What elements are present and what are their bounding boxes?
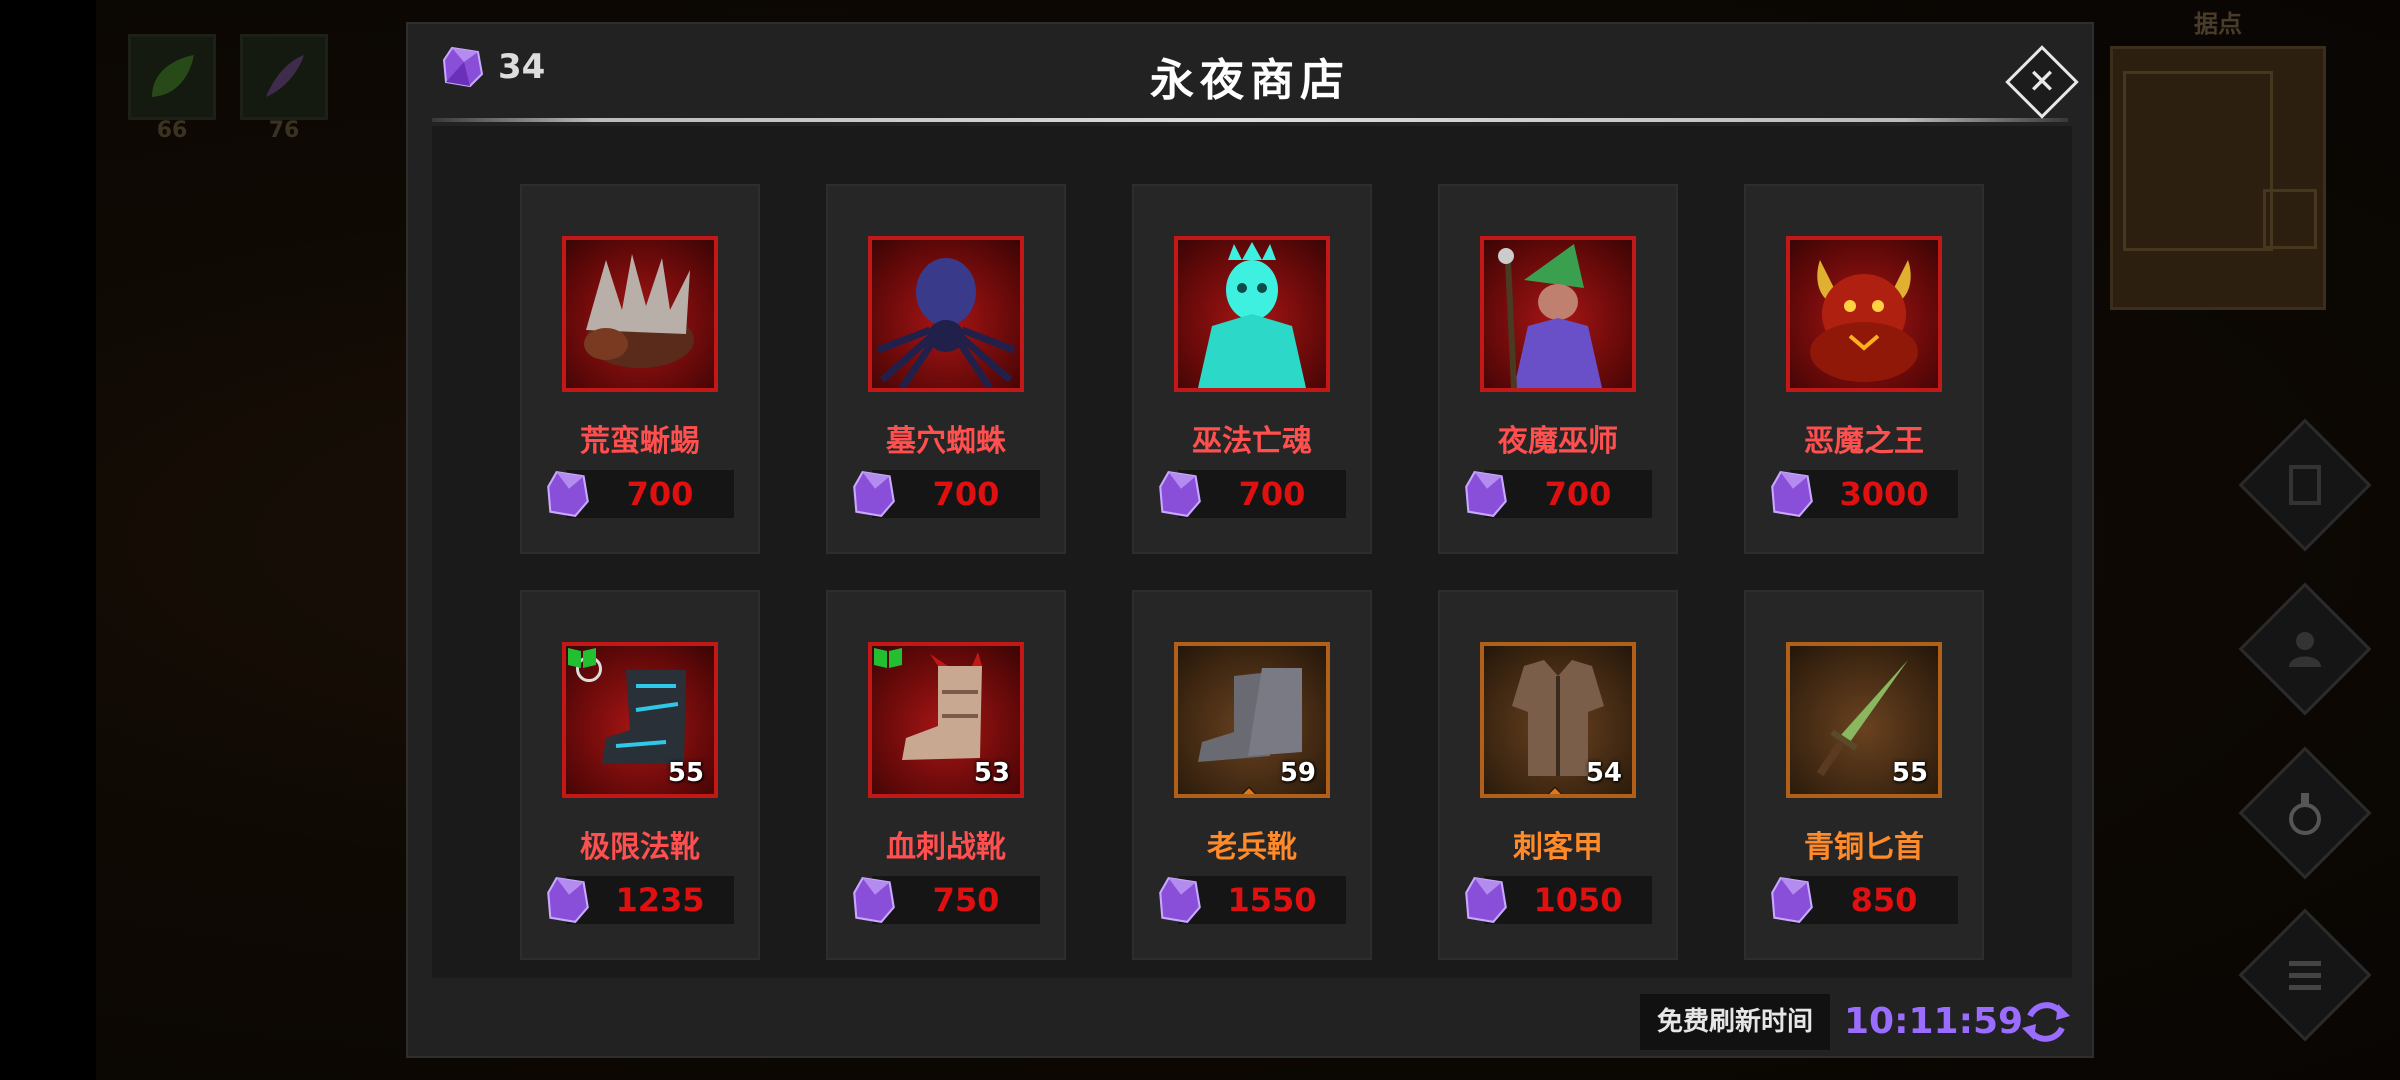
purple-gem-icon xyxy=(1771,877,1813,923)
item-level: 54 xyxy=(1585,758,1622,788)
shop-item-card[interactable]: 墓穴蜘蛛 700 xyxy=(826,184,1066,554)
shop-item-card[interactable]: 54 刺客甲 1050 xyxy=(1438,590,1678,960)
purple-gem-icon xyxy=(547,877,589,923)
ghost-wraith-portrait-icon xyxy=(1174,236,1330,392)
skill-count-1: 66 xyxy=(156,118,188,143)
item-name: 荒蛮蜥蜴 xyxy=(580,424,700,459)
shop-panel: 34 永夜商店 ✕ 荒蛮蜥蜴 700 墓穴蜘蛛 700 巫法亡魂 700 夜魔巫… xyxy=(406,22,2094,1058)
minimap-title: 据点 xyxy=(2194,10,2242,38)
people-icon xyxy=(2289,632,2321,667)
item-name: 夜魔巫师 xyxy=(1498,424,1618,459)
green-book-icon xyxy=(568,648,596,668)
skill-slot-leaf xyxy=(128,34,216,120)
purple-gem-icon xyxy=(1771,471,1813,517)
purple-gem-icon xyxy=(853,877,895,923)
green-book-icon xyxy=(874,648,902,668)
leaf-icon xyxy=(152,55,194,97)
potion-icon xyxy=(2289,793,2321,835)
spiked-boots-icon: 53 xyxy=(868,642,1024,798)
shop-item-card[interactable]: 55 极限法靴 1235 xyxy=(520,590,760,960)
item-name: 血刺战靴 xyxy=(886,830,1006,865)
shop-item-card[interactable]: 恶魔之王 3000 xyxy=(1744,184,1984,554)
shop-item-grid: 荒蛮蜥蜴 700 墓穴蜘蛛 700 巫法亡魂 700 夜魔巫师 700 恶魔之王… xyxy=(432,126,2072,978)
purple-gem-icon xyxy=(1465,877,1507,923)
item-name: 墓穴蜘蛛 xyxy=(886,424,1006,459)
title-divider xyxy=(432,118,2068,122)
refresh-timer: 10:11:59 xyxy=(1844,1001,2024,1042)
list-icon xyxy=(2289,961,2321,990)
bronze-dagger-icon: 55 xyxy=(1786,642,1942,798)
menu-button[interactable] xyxy=(2238,908,2372,1042)
demon-lord-portrait-icon xyxy=(1786,236,1942,392)
item-name: 极限法靴 xyxy=(580,830,700,865)
assassin-armor-icon: 54 xyxy=(1480,642,1636,798)
shop-item-card[interactable]: 巫法亡魂 700 xyxy=(1132,184,1372,554)
item-name: 青铜匕首 xyxy=(1804,830,1924,865)
quest-button[interactable] xyxy=(2238,418,2372,552)
skill-count-2: 76 xyxy=(268,118,300,143)
shop-item-card[interactable]: 53 血刺战靴 750 xyxy=(826,590,1066,960)
purple-gem-icon xyxy=(547,471,589,517)
item-level: 59 xyxy=(1279,758,1316,788)
close-icon: ✕ xyxy=(2027,62,2057,102)
refresh-icon[interactable] xyxy=(2018,994,2074,1050)
item-name: 刺客甲 xyxy=(1513,830,1603,865)
item-name: 巫法亡魂 xyxy=(1192,424,1312,459)
minimap-room xyxy=(2123,71,2273,251)
item-level: 55 xyxy=(1891,758,1928,788)
minimap-room xyxy=(2263,189,2317,249)
social-button[interactable] xyxy=(2238,582,2372,716)
shop-item-card[interactable]: 55 青铜匕首 850 xyxy=(1744,590,1984,960)
feather-icon xyxy=(266,55,304,97)
shop-item-card[interactable]: 夜魔巫师 700 xyxy=(1438,184,1678,554)
potion-button[interactable] xyxy=(2238,746,2372,880)
shop-title: 永夜商店 xyxy=(1150,55,1350,106)
item-name: 恶魔之王 xyxy=(1804,424,1924,459)
lizard-beast-portrait-icon xyxy=(562,236,718,392)
purple-gem-icon xyxy=(1159,471,1201,517)
purple-gem-icon xyxy=(1159,877,1201,923)
item-level: 53 xyxy=(973,758,1010,788)
close-button[interactable]: ✕ xyxy=(2002,42,2082,122)
blue-boots-icon: 55 xyxy=(562,642,718,798)
scroll-icon xyxy=(2289,465,2321,505)
shop-item-card[interactable]: 59 老兵靴 1550 xyxy=(1132,590,1372,960)
minimap[interactable] xyxy=(2110,46,2326,310)
purple-gem-icon xyxy=(1465,471,1507,517)
item-level: 55 xyxy=(667,758,704,788)
shop-item-card[interactable]: 荒蛮蜥蜴 700 xyxy=(520,184,760,554)
veteran-boots-icon: 59 xyxy=(1174,642,1330,798)
free-refresh-label: 免费刷新时间 xyxy=(1640,994,1830,1050)
spider-portrait-icon xyxy=(868,236,1024,392)
skill-slot-feather xyxy=(240,34,328,120)
goblin-wizard-portrait-icon xyxy=(1480,236,1636,392)
item-name: 老兵靴 xyxy=(1207,830,1297,865)
purple-gem-icon xyxy=(853,471,895,517)
